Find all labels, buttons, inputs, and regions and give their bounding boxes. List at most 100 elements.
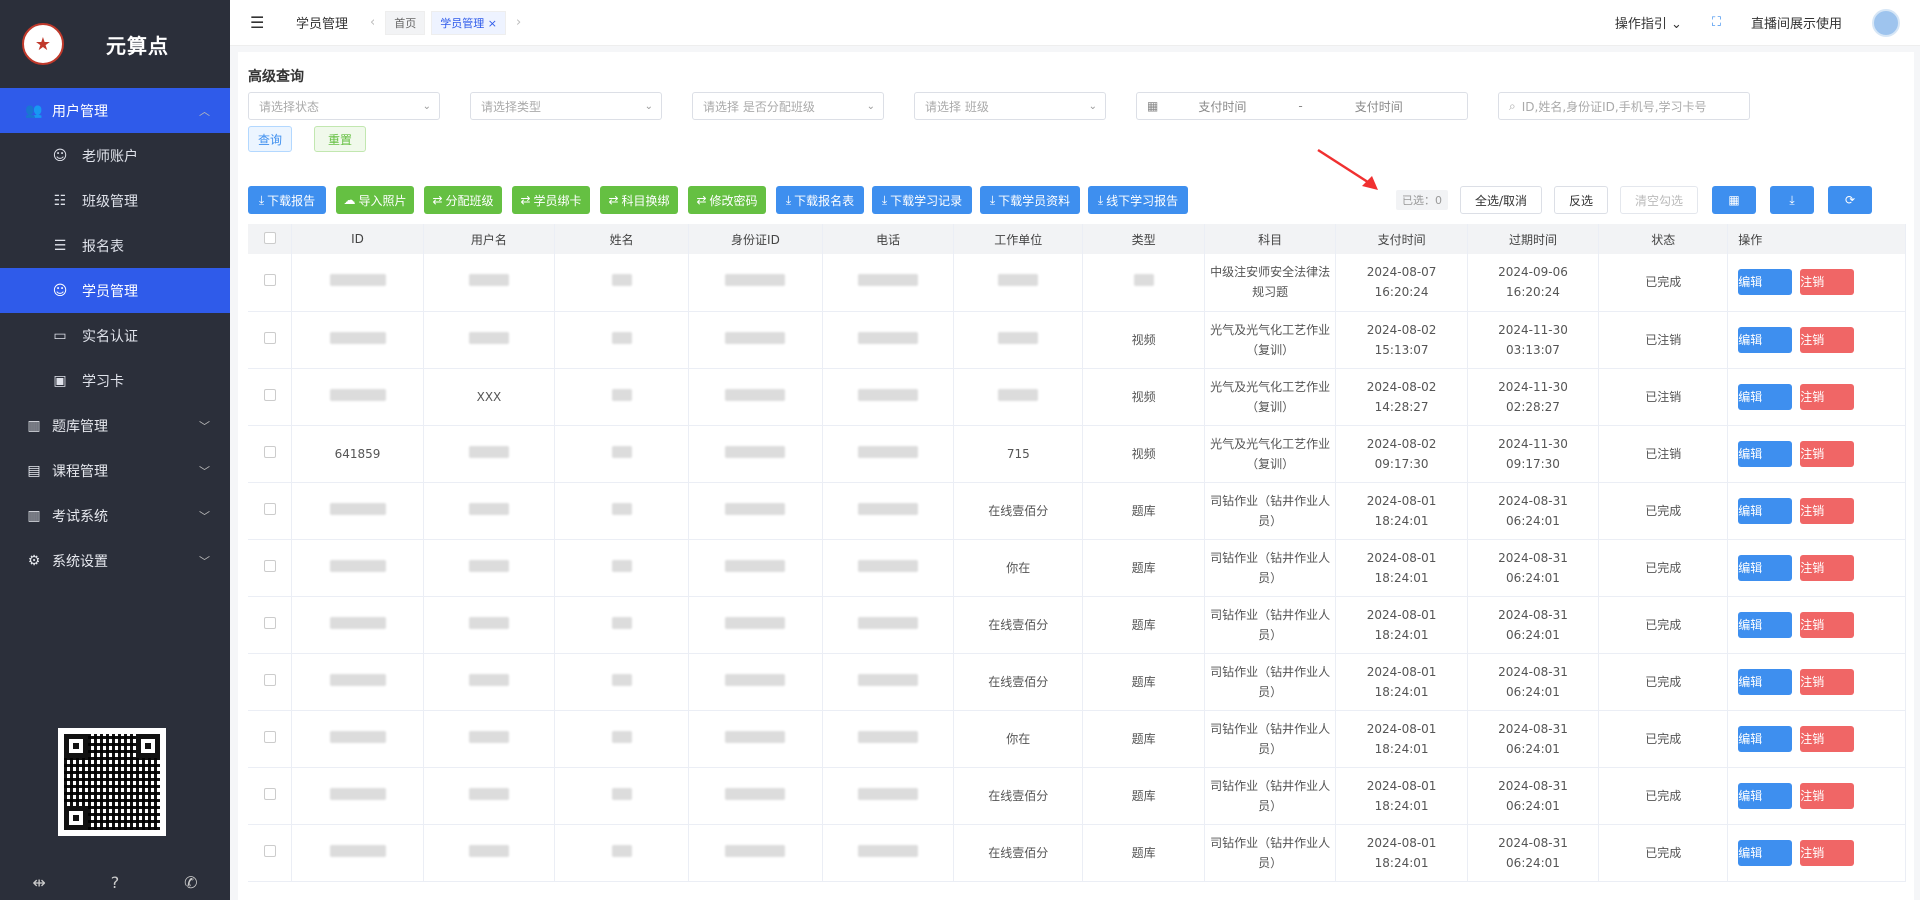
export-icon[interactable]: ⤓ [1770,186,1814,214]
edit-button[interactable]: 编辑 [1738,725,1793,752]
edit-button[interactable]: 编辑 [1738,383,1793,410]
row-checkbox[interactable] [263,559,276,572]
redacted-block [725,502,786,515]
row-checkbox[interactable] [263,388,276,401]
toolbar-button-2[interactable]: ⇄ 分配班级 [424,186,502,214]
table-row: 你在 题库 司钻作业（钻井作业人员） 2024-08-01 18:24:01 2024-… [248,539,1906,597]
tab-home[interactable]: 首页 [385,10,426,35]
cancel-button[interactable]: 注销 [1800,839,1855,866]
edit-button[interactable]: 编辑 [1738,668,1793,695]
reset-button[interactable]: 重置 [314,126,366,152]
status-select[interactable]: 请选择状态 ⌄ [248,92,440,120]
cell-expire-time: 2024-08-31 06:24:01 [1467,824,1600,882]
sidebar-subitem-4[interactable]: ▭ 实名认证 [0,313,230,358]
row-checkbox[interactable] [263,502,276,515]
collapse-icon[interactable]: ⇹ [32,873,45,892]
table-row: 你在 题库 司钻作业（钻井作业人员） 2024-08-01 18:24:01 2024-… [248,710,1906,768]
refresh-icon[interactable]: ⟳ [1828,186,1872,214]
fullscreen-icon[interactable]: ⛶ [1712,15,1721,30]
cancel-button[interactable]: 注销 [1800,383,1855,410]
toolbar-button-3[interactable]: ⇄ 学员绑卡 [512,186,590,214]
sidebar-subitem-3[interactable]: ☺ 学员管理 [0,268,230,313]
edit-button[interactable]: 编辑 [1738,611,1793,638]
sidebar-subitem-5[interactable]: ▣ 学习卡 [0,358,230,403]
cancel-button[interactable]: 注销 [1800,725,1855,752]
row-checkbox[interactable] [263,274,276,287]
edit-button[interactable]: 编辑 [1738,839,1793,866]
sidebar-subitem-2[interactable]: ☰ 报名表 [0,223,230,268]
redacted-block [858,331,919,344]
class-assigned-select[interactable]: 请选择 是否分配班级 ⌄ [692,92,884,120]
pay-time-range[interactable]: ▦ 支付时间 - 支付时间 [1136,92,1468,120]
sidebar-item-1[interactable]: ▥ 题库管理 ﹀ [0,403,230,448]
tab-next-icon[interactable]: › [516,15,521,30]
toolbar-button-9[interactable]: ⤓ 线下学习报告 [1088,186,1188,214]
invert-selection-button[interactable]: 反选 [1554,186,1608,214]
row-checkbox[interactable] [263,445,276,458]
cell-idcard [688,425,823,483]
toolbar-button-6[interactable]: ⤓ 下载报名表 [776,186,864,214]
user-name[interactable]: 直播间展示使用 [1751,13,1842,32]
select-all-button[interactable]: 全选/取消 [1460,186,1542,214]
sidebar-subitem-0[interactable]: ☺ 老师账户 [0,133,230,178]
cell-name [554,482,689,540]
query-button[interactable]: 查询 [248,126,292,152]
sidebar-item-4[interactable]: ⚙ 系统设置 ﹀ [0,538,230,583]
redacted-block [468,445,509,458]
guide-menu[interactable]: 操作指引 ⌄ [1615,13,1682,32]
sidebar-menu: 👥 用户管理 ︿ ☺ 老师账户 ☷ 班级管理 ☰ 报名表 ☺ 学员管理 ▭ 实名认证 ▣ 学习卡 ▥ 题库管理 ﹀… [0,88,230,583]
edit-button[interactable]: 编辑 [1738,782,1793,809]
help-icon[interactable]: ? [111,873,120,892]
edit-button[interactable]: 编辑 [1738,440,1793,467]
select-all-checkbox[interactable] [263,231,276,244]
row-checkbox[interactable] [263,730,276,743]
edit-button[interactable]: 编辑 [1738,269,1793,296]
sidebar-item-3[interactable]: ▥ 考试系统 ﹀ [0,493,230,538]
toolbar-button-8[interactable]: ⤓ 下载学员资料 [980,186,1080,214]
edit-button[interactable]: 编辑 [1738,554,1793,581]
table-row: XXX 视频 光气及光气化工艺作业（复训） 2024-08-02 14:28:27 20… [248,368,1906,426]
cancel-button[interactable]: 注销 [1800,554,1855,581]
cancel-button[interactable]: 注销 [1800,668,1855,695]
row-checkbox[interactable] [263,673,276,686]
sidebar-item-0[interactable]: 👥 用户管理 ︿ [0,88,230,133]
cancel-button[interactable]: 注销 [1800,782,1855,809]
tab-student-management[interactable]: 学员管理 × [431,10,506,35]
toolbar-button-5[interactable]: ⇄ 修改密码 [688,186,766,214]
cell-type: 题库 [1082,596,1205,654]
tab-prev-icon[interactable]: ‹ [370,15,375,30]
edit-button[interactable]: 编辑 [1738,326,1793,353]
grid-view-icon[interactable]: ▦ [1712,186,1756,214]
row-checkbox[interactable] [263,616,276,629]
cancel-button[interactable]: 注销 [1800,611,1855,638]
sidebar-subitem-1[interactable]: ☷ 班级管理 [0,178,230,223]
toolbar-button-7[interactable]: ⤓ 下载学习记录 [872,186,972,214]
cancel-button[interactable]: 注销 [1800,440,1855,467]
clear-selection-button[interactable]: 清空勾选 [1620,186,1698,214]
cell-unit: 在线壹佰分 [953,824,1084,882]
toolbar-button-4[interactable]: ⇄ 科目换绑 [600,186,678,214]
class-select[interactable]: 请选择 班级 ⌄ [914,92,1106,120]
cancel-button[interactable]: 注销 [1800,326,1855,353]
toolbar-button-0[interactable]: ⤓ 下载报告 [248,186,326,214]
toolbar-button-1[interactable]: ☁ 导入照片 [336,186,414,214]
row-checkbox[interactable] [263,844,276,857]
phone-icon[interactable]: ✆ [184,873,197,892]
hamburger-icon[interactable]: ☰ [250,13,266,32]
cell-unit [953,311,1084,369]
cell-idcard [688,596,823,654]
search-input[interactable]: ⌕ ID,姓名,身份证ID,手机号,学习卡号 [1498,92,1750,120]
edit-button[interactable]: 编辑 [1738,497,1793,524]
type-select[interactable]: 请选择类型 ⌄ [470,92,662,120]
cell-idcard [688,311,823,369]
cancel-button[interactable]: 注销 [1800,269,1855,296]
cancel-button[interactable]: 注销 [1800,497,1855,524]
column-header: 工作单位 [953,224,1084,254]
row-checkbox[interactable] [263,787,276,800]
avatar[interactable] [1872,8,1900,37]
cell-idcard [688,767,823,825]
cell-expire-time: 2024-09-06 16:20:24 [1467,254,1600,312]
sidebar-item-2[interactable]: ▤ 课程管理 ﹀ [0,448,230,493]
calendar-icon: ▦ [1147,99,1159,113]
row-checkbox[interactable] [263,331,276,344]
